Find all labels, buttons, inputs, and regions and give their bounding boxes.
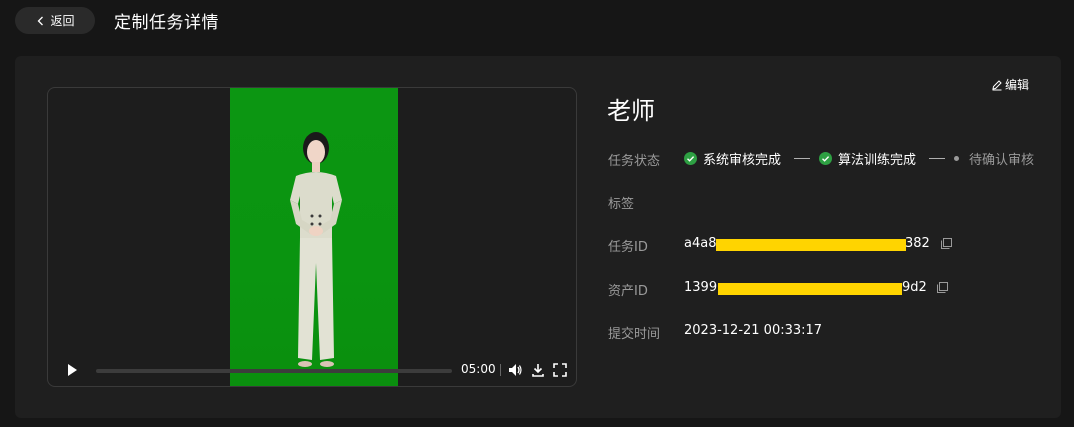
- status-steps: 系统审核完成 算法训练完成 待确认审核: [684, 149, 1034, 168]
- step-system-review: 系统审核完成: [684, 149, 781, 168]
- volume-icon: [509, 364, 522, 376]
- tag-label: 标签: [608, 197, 635, 212]
- fullscreen-button[interactable]: [552, 362, 568, 378]
- presenter-figure: [290, 132, 342, 367]
- chevron-left-icon: [35, 15, 47, 27]
- copy-task-id-button[interactable]: [940, 237, 953, 250]
- task-id-suffix: 382: [905, 236, 930, 251]
- video-player[interactable]: 05:00: [47, 87, 577, 387]
- submit-time-label: 提交时间: [608, 327, 661, 342]
- back-label: 返回: [50, 14, 75, 28]
- step-connector: [794, 157, 811, 159]
- asset-id-redaction: [718, 283, 902, 295]
- step-label: 系统审核完成: [703, 152, 782, 168]
- copy-icon: [941, 238, 952, 249]
- check-circle-icon: [819, 151, 833, 165]
- pencil-icon: [991, 79, 1003, 91]
- copy-asset-id-button[interactable]: [936, 281, 949, 294]
- player-controls: 05:00: [48, 352, 576, 386]
- asset-id-label: 资产ID: [608, 284, 648, 299]
- volume-button[interactable]: [507, 362, 523, 378]
- edit-label: 编辑: [1005, 78, 1030, 92]
- step-label: 算法训练完成: [838, 152, 917, 168]
- page-title: 定制任务详情: [114, 13, 219, 33]
- fullscreen-icon: [553, 363, 567, 377]
- copy-icon: [937, 282, 948, 293]
- edit-button[interactable]: 编辑: [991, 76, 1029, 93]
- play-button[interactable]: [64, 362, 80, 378]
- task-id-label: 任务ID: [608, 240, 648, 255]
- back-button[interactable]: 返回: [15, 7, 95, 34]
- step-label: 待确认审核: [969, 152, 1035, 168]
- check-circle-icon: [684, 151, 697, 165]
- asset-id-suffix: 9d2: [902, 280, 927, 295]
- progress-bar[interactable]: [96, 369, 452, 373]
- controls-divider: [500, 364, 501, 376]
- status-label: 任务状态: [608, 154, 661, 169]
- step-pending-review: 待确认审核: [954, 149, 1034, 168]
- submit-time-value: 2023-12-21 00:33:17: [684, 323, 823, 338]
- step-connector: [929, 157, 946, 159]
- task-id-prefix: a4a8: [684, 236, 717, 251]
- avatar-name: 老师: [607, 97, 655, 125]
- task-id-redaction: [716, 239, 906, 251]
- playback-time: 05:00: [461, 362, 496, 376]
- play-icon: [68, 364, 77, 376]
- top-bar: 返回 定制任务详情: [0, 0, 1074, 44]
- download-button[interactable]: [530, 362, 546, 378]
- asset-id-prefix: 1399: [684, 280, 718, 295]
- video-frame[interactable]: [230, 88, 398, 386]
- pending-dot-icon: [954, 155, 960, 161]
- download-icon: [532, 364, 544, 377]
- step-algorithm-training: 算法训练完成: [819, 149, 916, 168]
